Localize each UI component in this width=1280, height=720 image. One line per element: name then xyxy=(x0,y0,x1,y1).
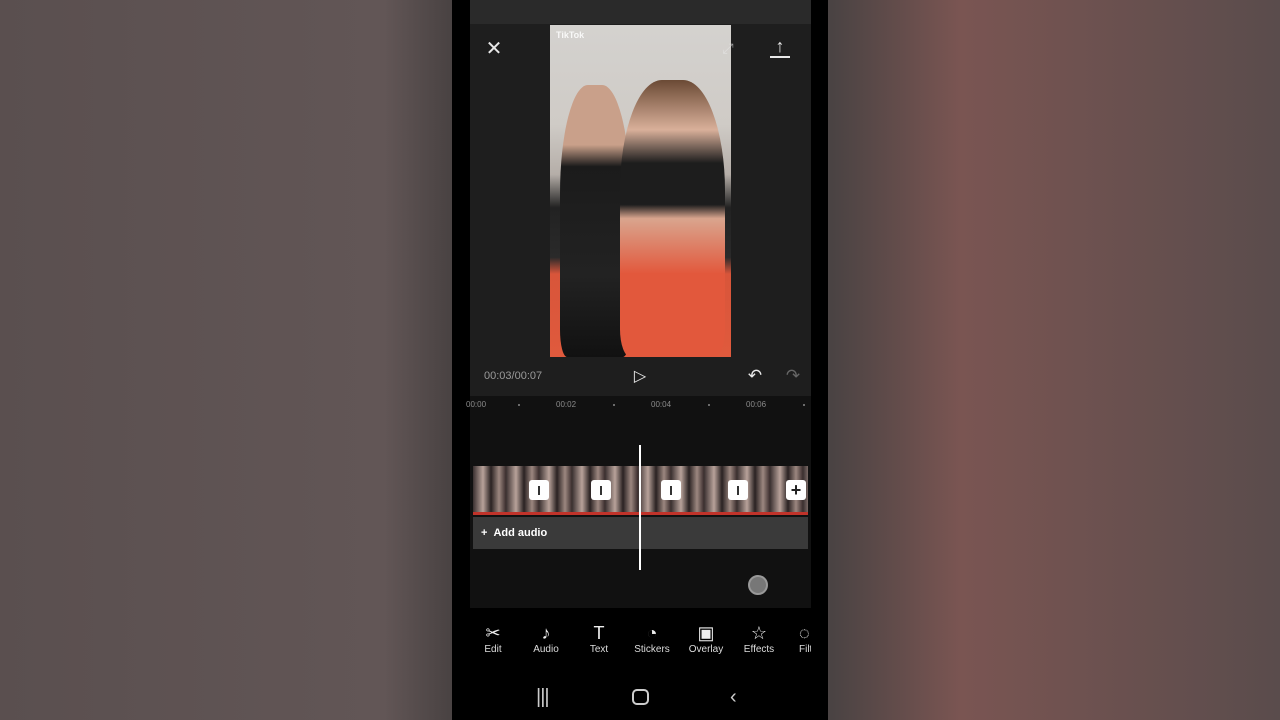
play-icon[interactable]: ▷ xyxy=(630,366,650,386)
filter-icon: ◌ xyxy=(799,623,810,643)
ruler-dot xyxy=(803,404,805,406)
ruler-dot xyxy=(518,404,520,406)
fullscreen-icon[interactable]: ⤢ xyxy=(718,38,738,58)
music-note-icon: ♪ xyxy=(541,623,551,643)
tool-text[interactable]: T Text xyxy=(574,622,624,655)
undo-icon[interactable]: ↶ xyxy=(745,366,765,386)
redo-icon[interactable]: ↷ xyxy=(783,366,803,386)
tool-audio[interactable]: ♪ Audio xyxy=(521,622,571,655)
text-icon: T xyxy=(593,623,605,643)
export-icon[interactable]: ↑ xyxy=(770,36,790,58)
tool-label: Stickers xyxy=(634,644,670,655)
floating-touch-indicator xyxy=(748,575,768,595)
tool-label: Text xyxy=(589,644,609,655)
plus-icon: + xyxy=(481,527,488,539)
ruler-tick: 00:04 xyxy=(651,400,672,409)
close-icon[interactable]: ✕ xyxy=(484,38,504,60)
tool-label: Edit xyxy=(484,644,502,655)
tiktok-watermark: TikTok xyxy=(556,30,585,40)
ruler-dot xyxy=(708,404,710,406)
playhead[interactable] xyxy=(639,445,641,570)
video-preview[interactable]: TikTok xyxy=(550,25,731,357)
tool-stickers[interactable]: ◔ Stickers xyxy=(627,622,677,655)
ruler-tick: 00:00 xyxy=(466,400,487,409)
tool-effects[interactable]: ☆ Effects xyxy=(734,622,784,655)
sticker-icon: ◔ xyxy=(646,623,658,643)
back-icon[interactable]: ‹ xyxy=(730,686,737,709)
preview-person xyxy=(620,80,725,357)
overlay-icon: ▣ xyxy=(697,623,715,643)
recent-apps-icon[interactable]: ||| xyxy=(536,686,550,709)
transition-button[interactable] xyxy=(728,480,748,500)
tool-filters[interactable]: ◌Filters xyxy=(787,622,811,655)
transition-button[interactable] xyxy=(529,480,549,500)
transition-button[interactable] xyxy=(591,480,611,500)
ruler-dot xyxy=(613,404,615,406)
tool-overlay[interactable]: ▣ Overlay xyxy=(681,622,731,655)
tool-label: Effects xyxy=(743,644,775,655)
home-icon[interactable] xyxy=(632,689,649,705)
tool-label: Audio xyxy=(533,644,559,655)
tool-label: Overlay xyxy=(688,644,724,655)
tool-label: Filters xyxy=(799,644,811,655)
transition-button[interactable] xyxy=(661,480,681,500)
add-clip-button[interactable]: + xyxy=(786,480,806,500)
tool-edit[interactable]: ✂ Edit xyxy=(468,622,518,655)
ruler-tick: 00:06 xyxy=(746,400,767,409)
time-readout: 00:03/00:07 xyxy=(484,370,543,382)
add-audio-label: Add audio xyxy=(493,527,548,539)
ruler-tick: 00:02 xyxy=(556,400,577,409)
star-effects-icon: ☆ xyxy=(750,623,768,643)
scissors-icon: ✂ xyxy=(485,623,501,643)
status-bar xyxy=(470,0,811,24)
